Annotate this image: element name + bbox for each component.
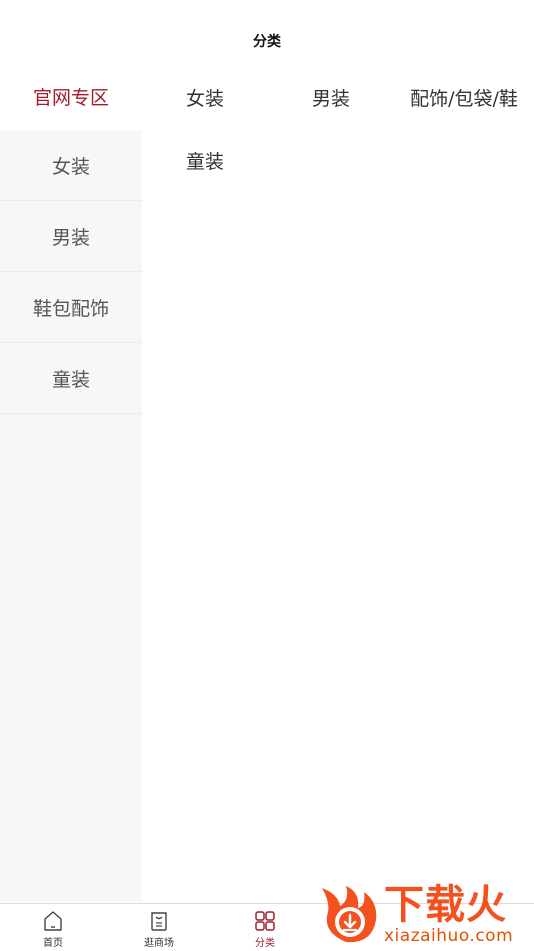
tab-label: 首页 — [43, 938, 63, 949]
sidebar-item-kids[interactable]: 童装 — [0, 343, 142, 414]
tab-label: 分类 — [255, 938, 275, 949]
watermark: 下载火 xiazaihuo.com — [314, 878, 534, 950]
sidebar-item-label: 官网专区 — [32, 86, 109, 109]
subcategory-label: 配饰/包袋/鞋 — [410, 88, 518, 110]
home-icon — [42, 910, 64, 932]
category-sidebar: 官网专区 女装 男装 鞋包配饰 童装 — [0, 62, 142, 902]
sidebar-item-men[interactable]: 男装 — [0, 201, 142, 272]
sidebar-item-label: 童装 — [51, 368, 90, 391]
sidebar-item-label: 女装 — [51, 155, 90, 178]
sidebar-item-official-zone[interactable]: 官网专区 — [0, 62, 142, 130]
tab-label: 逛商场 — [144, 938, 174, 949]
watermark-url: xiazaihuo.com — [384, 926, 514, 946]
category-content: 女装 男装 配饰/包袋/鞋 童装 — [142, 62, 534, 902]
sidebar-item-label: 男装 — [51, 226, 90, 249]
subcategory-men[interactable]: 男装 — [268, 84, 394, 147]
tab-home[interactable]: 首页 — [0, 904, 106, 951]
subcategory-label: 童装 — [185, 151, 224, 173]
page-title: 分类 — [253, 34, 281, 50]
sidebar-item-shoes-bags[interactable]: 鞋包配饰 — [0, 272, 142, 343]
subcategory-grid: 女装 男装 配饰/包袋/鞋 童装 — [142, 62, 534, 210]
subcategory-accessories[interactable]: 配饰/包袋/鞋 — [394, 84, 534, 147]
subcategory-label: 男装 — [311, 88, 350, 110]
subcategory-label: 女装 — [185, 88, 224, 110]
flame-logo-icon — [316, 882, 380, 946]
bag-icon — [148, 910, 170, 932]
sidebar-item-label: 鞋包配饰 — [32, 297, 109, 320]
sidebar-item-women[interactable]: 女装 — [0, 130, 142, 201]
tab-mall[interactable]: 逛商场 — [106, 904, 212, 951]
watermark-brand: 下载火 — [384, 882, 507, 928]
category-grid-icon — [254, 910, 276, 932]
tab-category[interactable]: 分类 — [212, 904, 318, 951]
subcategory-kids[interactable]: 童装 — [142, 147, 268, 210]
subcategory-women[interactable]: 女装 — [142, 84, 268, 147]
